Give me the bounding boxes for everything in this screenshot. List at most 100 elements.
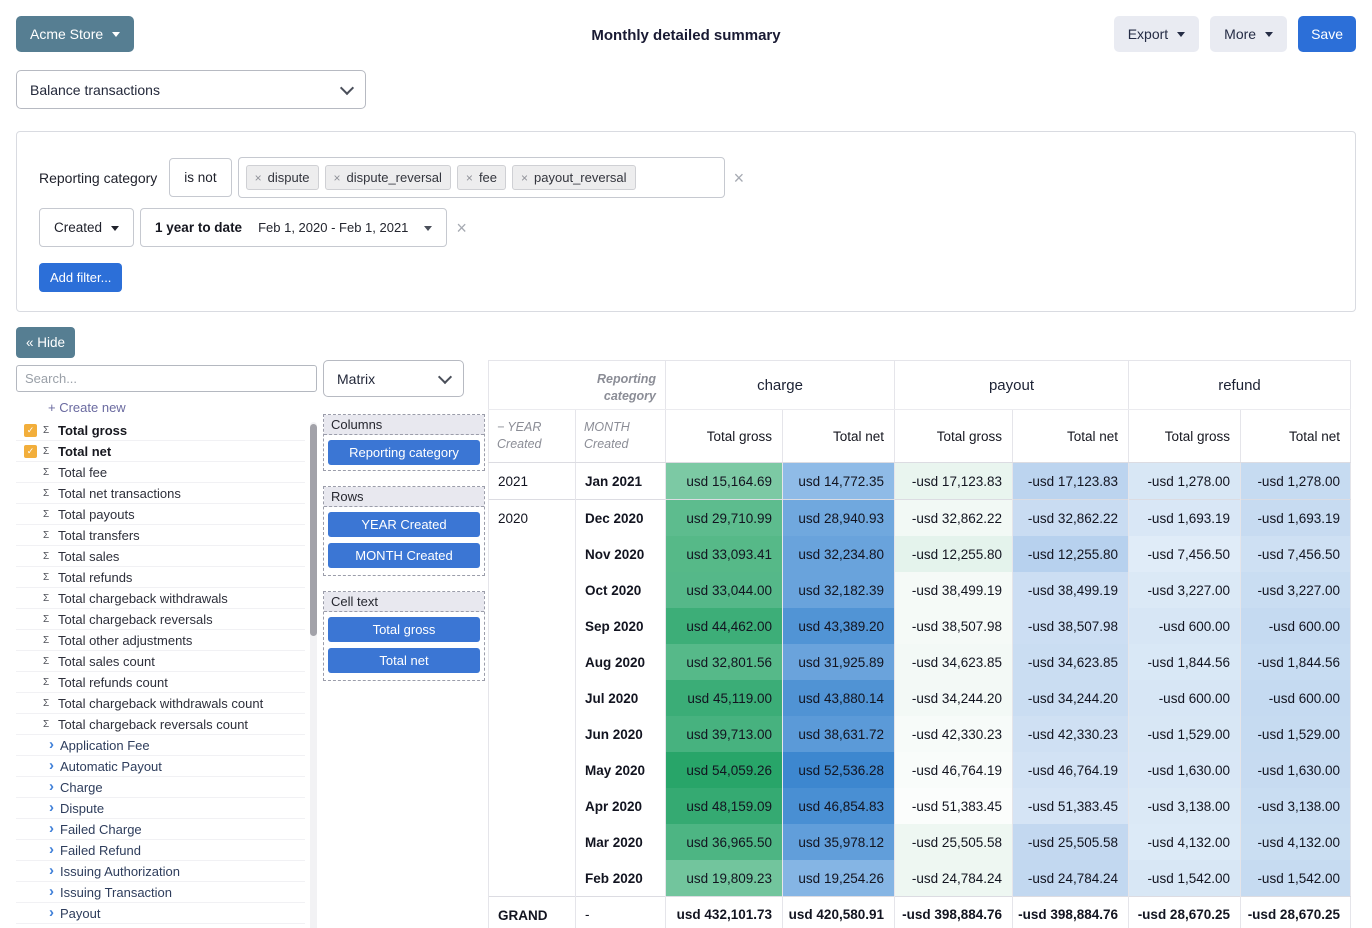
tag-label: payout_reversal <box>534 170 627 185</box>
add-filter-button[interactable]: Add filter... <box>39 263 122 292</box>
pivot-value-cell: -usd 38,507.98 <box>1013 608 1129 644</box>
pivot-month-cell: Dec 2020 <box>576 500 666 537</box>
pivot-month-cell: Mar 2020 <box>576 824 666 860</box>
metric-item[interactable]: ΣTotal other adjustments <box>16 630 305 651</box>
metric-group-item[interactable]: ›Payout <box>16 903 305 924</box>
remove-date-filter-icon[interactable]: × <box>456 219 467 237</box>
report-type-select[interactable]: Balance transactions <box>16 70 366 109</box>
pivot-region: Reporting categorychargepayoutrefund−YEA… <box>488 360 1351 928</box>
hide-sidebar-button[interactable]: « Hide <box>16 327 75 358</box>
metric-item[interactable]: ΣTotal net transactions <box>16 483 305 504</box>
metric-checkbox[interactable]: ✓ <box>24 424 37 437</box>
column-group-header: refund <box>1129 361 1351 410</box>
filter-operator-button[interactable]: is not <box>169 158 231 197</box>
field-chip[interactable]: Total gross <box>328 617 480 642</box>
chevron-right-icon[interactable]: › <box>49 800 54 815</box>
metric-item[interactable]: ΣTotal payouts <box>16 504 305 525</box>
chevron-right-icon[interactable]: › <box>49 737 54 752</box>
sidebar-scrollbar[interactable] <box>310 422 317 928</box>
date-range-button[interactable]: 1 year to date Feb 1, 2020 - Feb 1, 2021 <box>140 208 447 247</box>
layout-section-cell-text: Cell textTotal grossTotal net <box>323 591 485 681</box>
chevron-right-icon[interactable]: › <box>49 842 54 857</box>
pivot-corner: Reporting category <box>489 361 666 410</box>
sigma-icon: Σ <box>43 719 52 730</box>
pivot-value-cell: usd 33,093.41 <box>666 536 783 572</box>
grand-total-row: GRAND TOTAL-usd 432,101.73usd 420,580.91… <box>489 897 1351 928</box>
chevron-right-icon[interactable]: › <box>49 779 54 794</box>
metric-item[interactable]: ΣTotal chargeback reversals count <box>16 714 305 735</box>
measure-header: Total net <box>1241 410 1351 463</box>
collapse-year-icon[interactable]: − <box>497 420 504 434</box>
metric-label: Total chargeback withdrawals <box>58 591 228 606</box>
metric-item[interactable]: ΣTotal sales <box>16 546 305 567</box>
metric-group-item[interactable]: › Issuing Transaction <box>16 882 305 903</box>
date-field-button[interactable]: Created <box>39 208 134 247</box>
metric-item[interactable]: ΣTotal refunds count <box>16 672 305 693</box>
metric-item[interactable]: ΣTotal chargeback withdrawals count <box>16 693 305 714</box>
pivot-value-cell: -usd 1,844.56 <box>1129 644 1241 680</box>
field-chip[interactable]: Total net <box>328 648 480 673</box>
metric-checkbox[interactable]: ✓ <box>24 445 37 458</box>
metric-item[interactable]: ΣTotal chargeback reversals <box>16 609 305 630</box>
metric-label: Total refunds <box>58 570 132 585</box>
chevron-right-icon[interactable]: › <box>49 863 54 878</box>
metric-group-item[interactable]: ›Dispute <box>16 798 305 819</box>
metric-group-item[interactable]: ›Issuing Authorization <box>16 861 305 882</box>
metric-item[interactable]: ✓ΣTotal net <box>16 441 305 462</box>
pivot-value-cell: -usd 38,499.19 <box>895 572 1013 608</box>
field-chip[interactable]: YEAR Created <box>328 512 480 537</box>
metric-item[interactable]: ΣTotal sales count <box>16 651 305 672</box>
create-new-link[interactable]: + Create new <box>16 400 317 415</box>
remove-category-filter-icon[interactable]: × <box>734 169 745 187</box>
chevron-right-icon[interactable]: › <box>49 821 54 836</box>
pivot-year-cell <box>489 716 576 752</box>
field-chip[interactable]: Reporting category <box>328 440 480 465</box>
group-label: Issuing Transaction <box>60 885 172 900</box>
remove-tag-icon[interactable]: × <box>521 171 528 185</box>
metric-item[interactable]: ΣTotal fee <box>16 462 305 483</box>
export-button[interactable]: Export <box>1114 16 1199 52</box>
metric-item[interactable]: ΣTotal chargeback withdrawals <box>16 588 305 609</box>
pivot-year-cell: 2021 <box>489 463 576 500</box>
more-button[interactable]: More <box>1210 16 1287 52</box>
metric-item[interactable]: ΣTotal refunds <box>16 567 305 588</box>
filter-tag[interactable]: ×fee <box>457 165 506 190</box>
chevron-right-icon[interactable]: › <box>49 905 54 920</box>
section-dropzone[interactable]: Reporting category <box>324 435 484 470</box>
metric-group-item[interactable]: ›Refund <box>16 924 305 928</box>
pivot-month-cell: Sep 2020 <box>576 608 666 644</box>
pivot-value-cell: -usd 4,132.00 <box>1241 824 1351 860</box>
filter-tag[interactable]: ×dispute <box>246 165 319 190</box>
report-type-select-box[interactable]: Balance transactions <box>16 70 366 109</box>
chevron-right-icon[interactable]: › <box>49 758 54 773</box>
section-dropzone[interactable]: Total gross Total net <box>324 612 484 680</box>
metric-group-item[interactable]: ›Failed Charge <box>16 819 305 840</box>
metric-item[interactable]: ΣTotal transfers <box>16 525 305 546</box>
search-input[interactable] <box>16 365 317 392</box>
account-menu-button[interactable]: Acme Store <box>16 16 134 52</box>
pivot-month-cell: Nov 2020 <box>576 536 666 572</box>
remove-tag-icon[interactable]: × <box>466 171 473 185</box>
metric-group-item[interactable]: ›Automatic Payout <box>16 756 305 777</box>
section-dropzone[interactable]: YEAR Created MONTH Created <box>324 507 484 575</box>
layout-sections: ColumnsReporting categoryRowsYEAR Create… <box>323 414 485 681</box>
grand-total-value: -usd 28,670.25 <box>1129 897 1241 928</box>
pivot-value-cell: -usd 3,227.00 <box>1241 572 1351 608</box>
metric-group-item[interactable]: ›Charge <box>16 777 305 798</box>
view-type-select[interactable]: Matrix <box>323 360 464 397</box>
metric-item[interactable]: ✓ΣTotal gross <box>16 420 305 441</box>
pivot-value-cell: usd 45,119.00 <box>666 680 783 716</box>
sidebar-scrollbar-thumb[interactable] <box>310 424 317 636</box>
field-chip[interactable]: MONTH Created <box>328 543 480 568</box>
filter-tag[interactable]: × payout_reversal <box>512 165 636 190</box>
save-button[interactable]: Save <box>1298 16 1356 52</box>
remove-tag-icon[interactable]: × <box>334 171 341 185</box>
metric-group-item[interactable]: ›Application Fee <box>16 735 305 756</box>
filter-tags-input[interactable]: ×dispute×dispute_reversal×fee×payout_rev… <box>238 157 725 198</box>
metric-group-item[interactable]: ›Failed Refund <box>16 840 305 861</box>
pivot-value-cell: usd 14,772.35 <box>783 463 895 500</box>
pivot-year-cell: 2020 <box>489 500 576 537</box>
filter-tag[interactable]: ×dispute_reversal <box>325 165 451 190</box>
remove-tag-icon[interactable]: × <box>255 171 262 185</box>
chevron-right-icon[interactable]: › <box>49 884 54 899</box>
